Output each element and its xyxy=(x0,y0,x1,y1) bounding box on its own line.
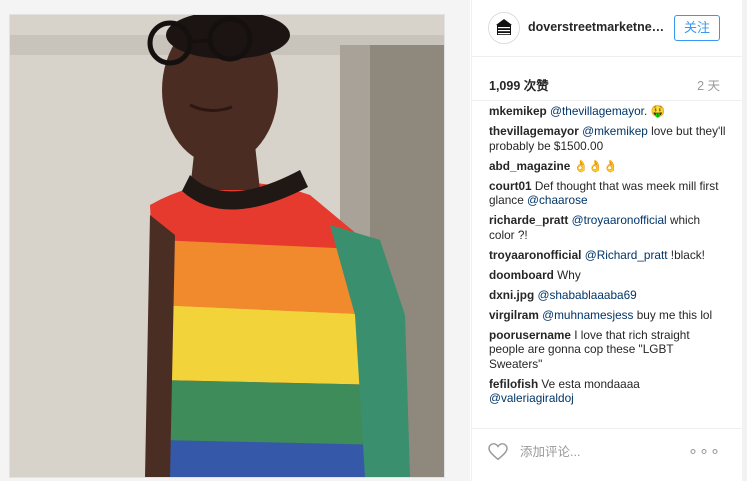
comment-mention[interactable]: @shabablaaaba69 xyxy=(538,288,637,302)
comment-item: abd_magazine 👌👌👌 xyxy=(489,159,727,174)
comment-item: mkemikep @thevillagemayor. 🤑 xyxy=(489,104,727,119)
scrollbar-track[interactable] xyxy=(742,0,747,481)
comment-item: court01 Def thought that was meek mill f… xyxy=(489,179,727,208)
comment-username[interactable]: doomboard xyxy=(489,268,554,282)
comment-mention[interactable]: @Richard_pratt xyxy=(585,248,668,262)
comment-username[interactable]: dxni.jpg xyxy=(489,288,534,302)
post-photo[interactable] xyxy=(9,14,445,478)
post-stats: 1,099 次赞 2 天 xyxy=(472,60,747,101)
comment-text: . 🤑 xyxy=(643,104,666,118)
follow-button[interactable]: 关注 xyxy=(674,15,720,41)
comment-mention[interactable]: @valeriagiraldoj xyxy=(489,391,574,405)
comment-mention[interactable]: @muhnamesjess xyxy=(542,308,633,322)
comment-username[interactable]: court01 xyxy=(489,179,532,193)
comment-input[interactable] xyxy=(518,440,672,464)
comment-item: fefilofish Ve esta mondaaaa @valeriagira… xyxy=(489,377,727,406)
comment-username[interactable]: troyaaronofficial xyxy=(489,248,581,262)
comment-username[interactable]: mkemikep xyxy=(489,104,547,118)
comment-item: thevillagemayor @mkemikep love but they'… xyxy=(489,124,727,153)
comment-item: doomboard Why xyxy=(489,268,727,283)
comment-text: !black! xyxy=(667,247,705,262)
photo-illustration xyxy=(10,15,444,477)
comment-username[interactable]: fefilofish xyxy=(489,377,538,391)
comment-item: dxni.jpg @shabablaaaba69 xyxy=(489,288,727,303)
comment-text: Why xyxy=(553,267,581,282)
comment-username[interactable]: richarde_pratt xyxy=(489,213,568,227)
heart-icon[interactable] xyxy=(488,443,508,461)
comment-username[interactable]: virgilram xyxy=(489,308,539,322)
post-photo-area xyxy=(0,0,470,481)
post-footer: ∘∘∘ xyxy=(472,428,747,482)
more-icon[interactable]: ∘∘∘ xyxy=(688,443,721,461)
post-timestamp[interactable]: 2 天 xyxy=(697,75,720,94)
comment-item: richarde_pratt @troyaaronofficial which … xyxy=(489,213,727,242)
comment-mention[interactable]: @thevillagemayor xyxy=(550,104,644,118)
comment-item: troyaaronofficial @Richard_pratt !black! xyxy=(489,248,727,263)
comment-item: virgilram @muhnamesjess buy me this lol xyxy=(489,308,727,323)
post-header: doverstreetmarketnew... 关注 xyxy=(472,0,747,57)
comment-mention[interactable]: @troyaaronofficial xyxy=(572,213,667,227)
comment-text: Ve esta mondaaaa xyxy=(538,376,640,391)
comment-username[interactable]: abd_magazine xyxy=(489,159,570,173)
avatar[interactable] xyxy=(488,12,520,44)
like-count[interactable]: 1,099 次赞 xyxy=(489,75,549,94)
comment-mention[interactable]: @mkemikep xyxy=(582,124,648,138)
comment-text: 👌👌👌 xyxy=(570,158,618,173)
comment-list: mkemikep @thevillagemayor. 🤑 thevillagema… xyxy=(489,104,727,411)
comment-mention[interactable]: @chaarose xyxy=(527,193,588,207)
comment-text: buy me this lol xyxy=(633,307,713,322)
post-details-panel: doverstreetmarketnew... 关注 1,099 次赞 2 天 … xyxy=(471,0,747,481)
account-username[interactable]: doverstreetmarketnew... xyxy=(528,20,668,34)
comment-username[interactable]: poorusername xyxy=(489,328,571,342)
store-logo-icon xyxy=(489,13,519,43)
comment-item: poorusername I love that rich straight p… xyxy=(489,328,727,372)
comment-username[interactable]: thevillagemayor xyxy=(489,124,579,138)
